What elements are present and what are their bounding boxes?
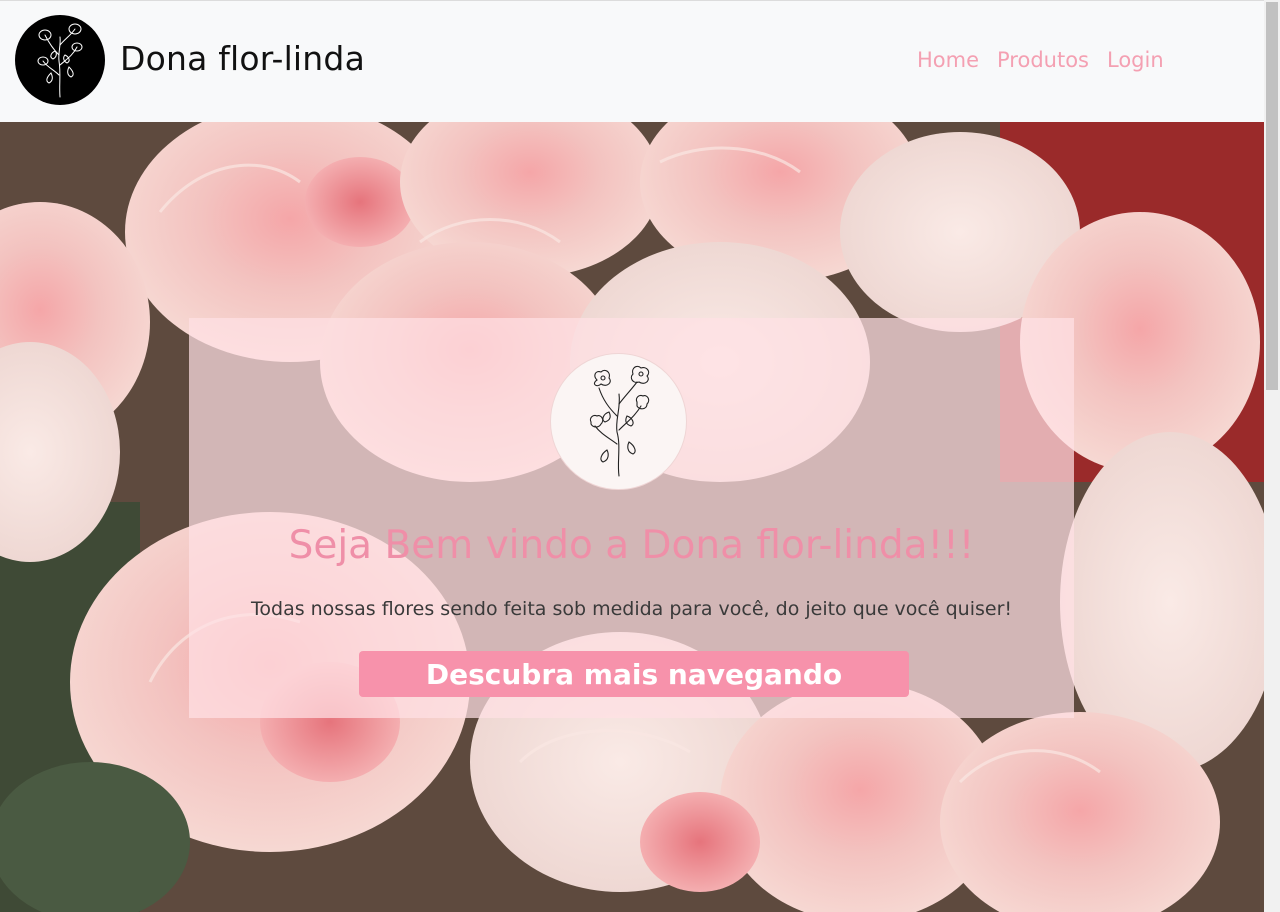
card-logo-icon bbox=[550, 353, 687, 490]
nav-link-home[interactable]: Home bbox=[917, 48, 979, 72]
vertical-scrollbar[interactable] bbox=[1264, 0, 1280, 912]
nav-link-produtos[interactable]: Produtos bbox=[997, 48, 1089, 72]
brand-logo-icon[interactable] bbox=[15, 15, 105, 105]
brand-name[interactable]: Dona flor-linda bbox=[120, 39, 365, 78]
scrollbar-thumb[interactable] bbox=[1266, 2, 1278, 390]
welcome-title: Seja Bem vindo a Dona flor-linda!!! bbox=[288, 523, 975, 568]
welcome-subtitle: Todas nossas flores sendo feita sob medi… bbox=[251, 598, 1012, 620]
nav-links: Home Produtos Login bbox=[917, 48, 1164, 72]
page: Dona flor-linda Home Produtos Login Seja… bbox=[0, 0, 1280, 912]
welcome-card: Seja Bem vindo a Dona flor-linda!!! Toda… bbox=[189, 318, 1074, 718]
discover-more-button[interactable]: Descubra mais navegando bbox=[359, 651, 909, 697]
navbar: Dona flor-linda Home Produtos Login bbox=[0, 0, 1264, 122]
nav-link-login[interactable]: Login bbox=[1107, 48, 1164, 72]
